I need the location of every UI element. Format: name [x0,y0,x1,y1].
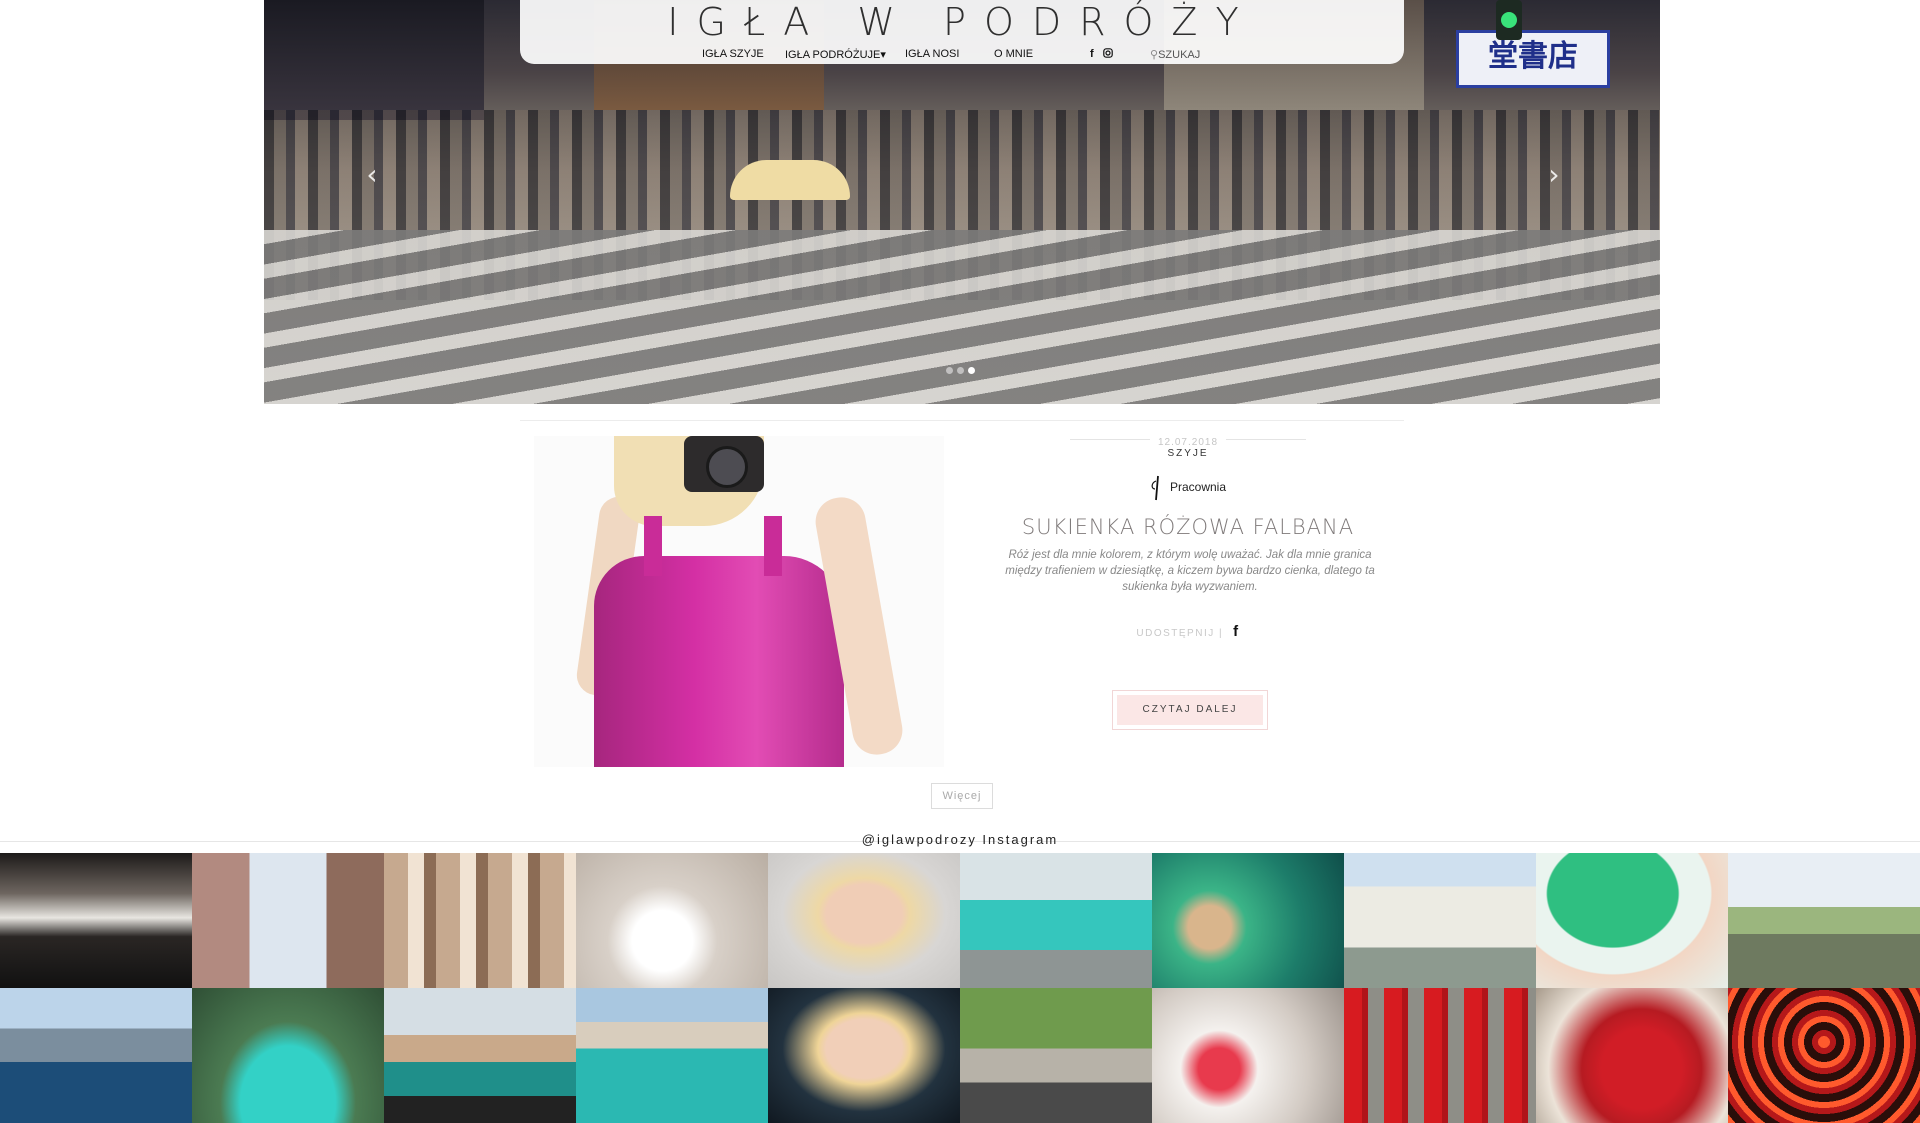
slider-prev-arrow-icon[interactable]: ‹ [360,160,384,190]
slider-next-arrow-icon[interactable]: › [1542,160,1566,190]
hero-crosswalk [264,230,1660,404]
instagram-tile[interactable] [192,853,384,988]
section-divider [520,420,1404,421]
nav-item-o-mnie[interactable]: O MNIE [994,48,1033,60]
instagram-tile[interactable] [384,988,576,1123]
hero-umbrella [730,160,850,200]
instagram-tile[interactable] [384,853,576,988]
instagram-tile[interactable] [1344,988,1536,1123]
facebook-icon[interactable]: f [1090,48,1094,60]
post-category[interactable]: SZYJE [990,448,1386,459]
instagram-tile[interactable] [960,988,1152,1123]
main-nav: IGŁA SZYJE IGŁA PODRÓŻUJE▾ IGŁA NOSI O M… [520,48,1404,64]
instagram-tile[interactable] [1728,853,1920,988]
site-title[interactable]: IGŁA W PODRÓŻY [520,0,1404,44]
read-more-button[interactable]: CZYTAJ DALEJ [1117,695,1263,725]
instagram-tile[interactable] [192,988,384,1123]
caret-down-icon: ▾ [880,49,886,61]
instagram-tile[interactable] [0,988,192,1123]
instagram-tile[interactable] [1344,853,1536,988]
instagram-title[interactable]: @iglawpodrozy Instagram [0,832,1920,847]
slider-dot-active[interactable] [968,367,975,374]
date-line [1070,439,1150,440]
read-more-frame: CZYTAJ DALEJ [1112,690,1268,730]
share-row: UDOSTĘPNIJ | f [990,623,1386,640]
date-line [1226,439,1306,440]
instagram-grid [0,853,1920,1123]
instagram-icon[interactable] [1103,48,1113,61]
slider-dot[interactable] [946,367,953,374]
needle-icon [1151,475,1159,501]
more-posts-button[interactable]: Więcej [931,783,993,809]
photo-camera [684,436,764,492]
instagram-tile[interactable] [1536,853,1728,988]
instagram-tile[interactable] [576,988,768,1123]
instagram-tile[interactable] [1152,988,1344,1123]
post-thumbnail[interactable] [534,436,944,767]
share-label: UDOSTĘPNIJ | [1136,628,1224,639]
traffic-light [1496,0,1522,40]
instagram-tile[interactable] [768,988,960,1123]
slider-dots [946,367,975,374]
instagram-tile[interactable] [1152,853,1344,988]
instagram-tile[interactable] [1728,988,1920,1123]
nav-item-igla-nosi[interactable]: IGŁA NOSI [905,48,959,60]
post-excerpt: Róż jest dla mnie kolorem, z którym wolę… [1005,549,1375,593]
photo-strap [764,516,782,576]
instagram-tile[interactable] [768,853,960,988]
post-author[interactable]: Pracownia [990,475,1386,501]
post-date: 12.07.2018 [1157,437,1219,448]
date-row: 12.07.2018 [990,432,1386,448]
slider-dot[interactable] [957,367,964,374]
instagram-tile[interactable] [1536,988,1728,1123]
hero-building [264,0,484,120]
nav-item-igla-szyje[interactable]: IGŁA SZYJE [702,48,764,60]
photo-strap [644,516,662,576]
instagram-tile[interactable] [576,853,768,988]
photo-dress [594,556,844,767]
instagram-tile[interactable] [960,853,1152,988]
search-link[interactable]: ⚲SZUKAJ [1150,48,1200,61]
post-meta: 12.07.2018 SZYJE Pracownia SUKIENKA RÓŻO… [990,432,1386,640]
search-icon: ⚲ [1150,49,1159,61]
post-title[interactable]: SUKIENKA RÓŻOWA FALBANA [990,515,1386,539]
site-header: IGŁA W PODRÓŻY IGŁA SZYJE IGŁA PODRÓŻUJE… [520,0,1404,64]
hero-sign: 堂書店 [1456,30,1610,88]
instagram-tile[interactable] [0,853,192,988]
facebook-share-icon[interactable]: f [1233,623,1240,640]
nav-item-igla-podrozuje[interactable]: IGŁA PODRÓŻUJE▾ [785,48,886,61]
